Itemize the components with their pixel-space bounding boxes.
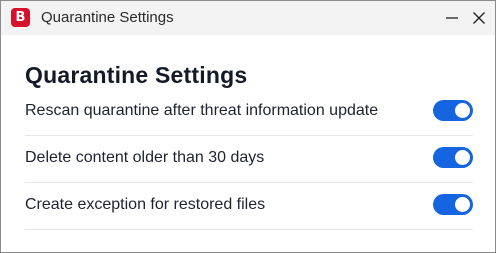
- toggle-knob: [455, 197, 470, 212]
- toggle-knob: [455, 103, 470, 118]
- setting-label: Create exception for restored files: [25, 196, 266, 213]
- page-title: Quarantine Settings: [25, 62, 248, 88]
- title-bar: B Quarantine Settings: [1, 1, 495, 35]
- window-title: Quarantine Settings: [41, 9, 174, 26]
- settings-window: B Quarantine Settings Quarantine Setting…: [0, 0, 496, 253]
- setting-row-exception: Create exception for restored files: [25, 183, 473, 230]
- setting-label: Delete content older than 30 days: [25, 149, 265, 166]
- rescan-toggle[interactable]: [433, 100, 473, 121]
- delete-old-content-toggle[interactable]: [433, 147, 473, 168]
- toggle-knob: [455, 150, 470, 165]
- close-button[interactable]: [464, 1, 494, 35]
- close-icon: [473, 12, 485, 24]
- minimize-button[interactable]: [437, 1, 467, 35]
- setting-row-delete-old: Delete content older than 30 days: [25, 136, 473, 183]
- minimize-icon: [446, 17, 458, 19]
- setting-label: Rescan quarantine after threat informati…: [25, 102, 379, 119]
- app-logo-icon: B: [11, 8, 30, 27]
- settings-list: Rescan quarantine after threat informati…: [25, 89, 473, 230]
- setting-row-rescan: Rescan quarantine after threat informati…: [25, 89, 473, 136]
- create-exception-toggle[interactable]: [433, 194, 473, 215]
